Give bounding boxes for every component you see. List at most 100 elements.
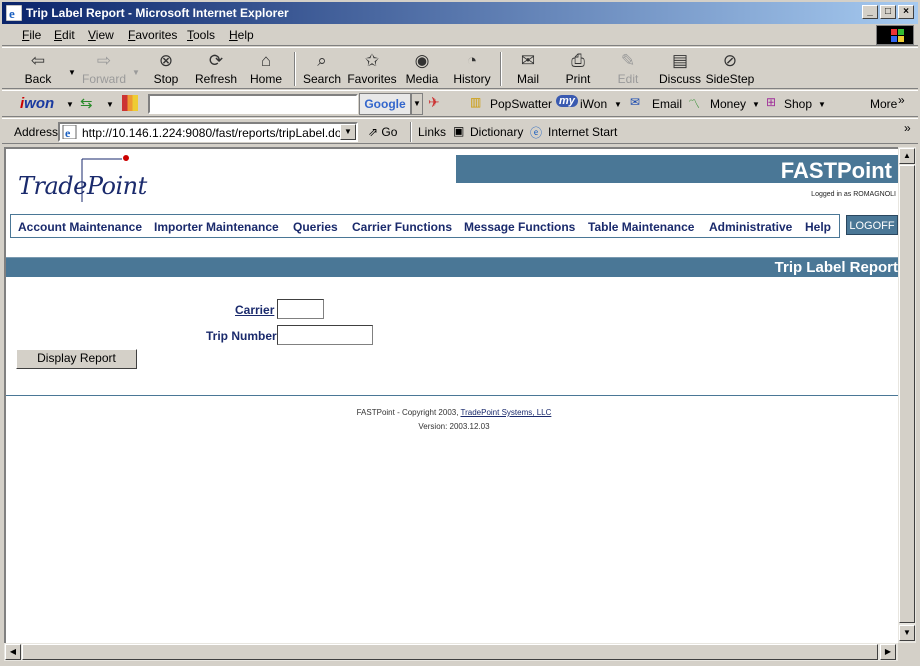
carrier-label-link[interactable]: Carrier [235,303,274,317]
status-bar [0,661,920,666]
iwon-search-input[interactable] [148,94,358,114]
scroll-down-icon[interactable]: ▼ [899,625,915,641]
svg-text:e: e [65,126,71,139]
close-button[interactable]: × [898,5,914,19]
nav-carrier-functions[interactable]: Carrier Functions [352,220,452,234]
more-link[interactable]: More [870,97,897,111]
mail-button[interactable]: ✉ Mail [502,50,554,88]
menu-file[interactable]: File [22,28,41,42]
internet-start-link[interactable]: Internet Start [548,125,617,139]
color-bars-icon[interactable] [122,95,138,111]
section-header: Trip Label Report [6,257,898,277]
money-chart-icon: 〽 [688,97,701,111]
google-dropdown-icon[interactable]: ▼ [411,93,423,115]
footer-divider [6,395,898,396]
section-title: Trip Label Report [774,259,898,276]
favorites-button[interactable]: ✩ Favorites [346,50,398,88]
menu-view[interactable]: View [88,28,114,42]
vertical-scroll-thumb[interactable] [899,165,915,623]
money-link[interactable]: Money [710,97,746,111]
home-button[interactable]: ⌂ Home [240,50,292,88]
horizontal-scroll-thumb[interactable] [22,644,878,660]
scroll-left-icon[interactable]: ◀ [5,644,21,660]
trip-number-label: Trip Number [206,329,277,343]
maximize-button[interactable]: □ [880,5,896,19]
printer-icon: ⎙ [571,51,585,70]
mail-icon: ✉ [520,51,536,70]
menu-tools[interactable]: Tools [187,28,215,42]
links-separator [410,122,412,142]
title-bar: e Trip Label Report - Microsoft Internet… [0,0,920,24]
footer-copyright: FASTPoint - Copyright 2003, TradePoint S… [356,408,552,417]
stop-icon: ⊗ [158,51,174,70]
nav-account-maintenance[interactable]: Account Maintenance [18,220,142,234]
forward-dropdown-icon[interactable]: ▼ [132,68,140,77]
nav-help[interactable]: Help [805,220,831,234]
dictionary-icon: ▣ [453,124,465,138]
scroll-up-icon[interactable]: ▲ [899,148,915,164]
menu-favorites[interactable]: Favorites [128,28,177,42]
links-chevron-icon[interactable]: » [904,121,911,135]
discuss-button[interactable]: ▤ Discuss [654,50,706,88]
money-dropdown-icon[interactable]: ▼ [752,100,760,109]
iwon-arrows-icon[interactable]: ⇆ [80,94,93,112]
media-button[interactable]: ◉ Media [396,50,448,88]
shop-link[interactable]: Shop [784,97,812,111]
email-link[interactable]: Email [652,97,682,111]
print-button[interactable]: ⎙ Print [552,50,604,88]
trip-number-input[interactable] [277,325,373,345]
iwon-link[interactable]: iWon [580,97,607,111]
history-button[interactable]: ◔ History [446,50,498,88]
more-chevron-icon[interactable]: » [898,93,905,107]
refresh-button[interactable]: ⟳ Refresh [190,50,242,88]
carrier-input[interactable] [277,299,324,319]
back-button[interactable]: ⇦ Back [12,50,64,88]
discuss-icon: ▤ [671,51,689,70]
popswatter-link[interactable]: PopSwatter [490,97,552,111]
iwon-link-dropdown-icon[interactable]: ▼ [614,100,622,109]
favorites-icon: ✩ [364,51,380,70]
minimize-button[interactable]: _ [862,5,878,19]
stop-button[interactable]: ⊗ Stop [140,50,192,88]
iwon-logo[interactable]: iwon [20,95,54,112]
logged-in-status: Logged in as ROMAGNOLI [811,191,896,198]
dictionary-link[interactable]: Dictionary [470,125,523,139]
sidestep-button[interactable]: ⊘ SideStep [704,50,756,88]
shop-gift-icon: ⊞ [766,95,777,109]
tradepoint-logo: TradePoint [12,154,152,209]
back-dropdown-icon[interactable]: ▼ [68,68,76,77]
fastpoint-banner: FASTPoint [456,155,898,183]
nav-administrative[interactable]: Administrative [709,220,792,234]
company-link[interactable]: TradePoint Systems, LLC [461,408,552,417]
window-title: Trip Label Report - Microsoft Internet E… [26,6,289,20]
menu-edit[interactable]: Edit [54,28,75,42]
search-button[interactable]: ⌕ Search [296,50,348,88]
footer-version: Version: 2003.12.03 [418,422,490,431]
arrows-dropdown-icon[interactable]: ▼ [106,100,114,109]
address-bar: Address e http://10.146.1.224:9080/fast/… [2,118,918,144]
shop-dropdown-icon[interactable]: ▼ [818,100,826,109]
vertical-scrollbar[interactable]: ▲ ▼ [898,147,916,643]
horizontal-scrollbar[interactable]: ◀ ▶ [4,643,898,661]
scroll-right-icon[interactable]: ▶ [880,644,896,660]
logoff-button[interactable]: LOGOFF [846,215,898,235]
edit-icon: ✎ [620,51,636,70]
banner-title: FASTPoint [780,158,892,183]
nav-queries[interactable]: Queries [293,220,338,234]
airplane-icon[interactable]: ✈ [428,94,440,111]
forward-button[interactable]: ⇨ Forward [78,50,130,88]
iwon-dropdown-icon[interactable]: ▼ [66,100,74,109]
svg-text:e: e [9,6,15,21]
nav-message-functions[interactable]: Message Functions [464,220,575,234]
go-button[interactable]: ⇗ Go [368,125,397,139]
email-icon: ✉ [630,95,641,109]
google-search-button[interactable]: Google [359,93,411,115]
display-report-button[interactable]: Display Report [16,349,137,369]
address-dropdown-icon[interactable]: ▼ [340,124,356,140]
menu-help[interactable]: Help [229,28,254,42]
nav-importer-maintenance[interactable]: Importer Maintenance [154,220,279,234]
address-input[interactable]: e http://10.146.1.224:9080/fast/reports/… [58,122,358,142]
windows-logo-icon [876,25,914,45]
edit-button[interactable]: ✎ Edit [602,50,654,88]
nav-table-maintenance[interactable]: Table Maintenance [588,220,694,234]
